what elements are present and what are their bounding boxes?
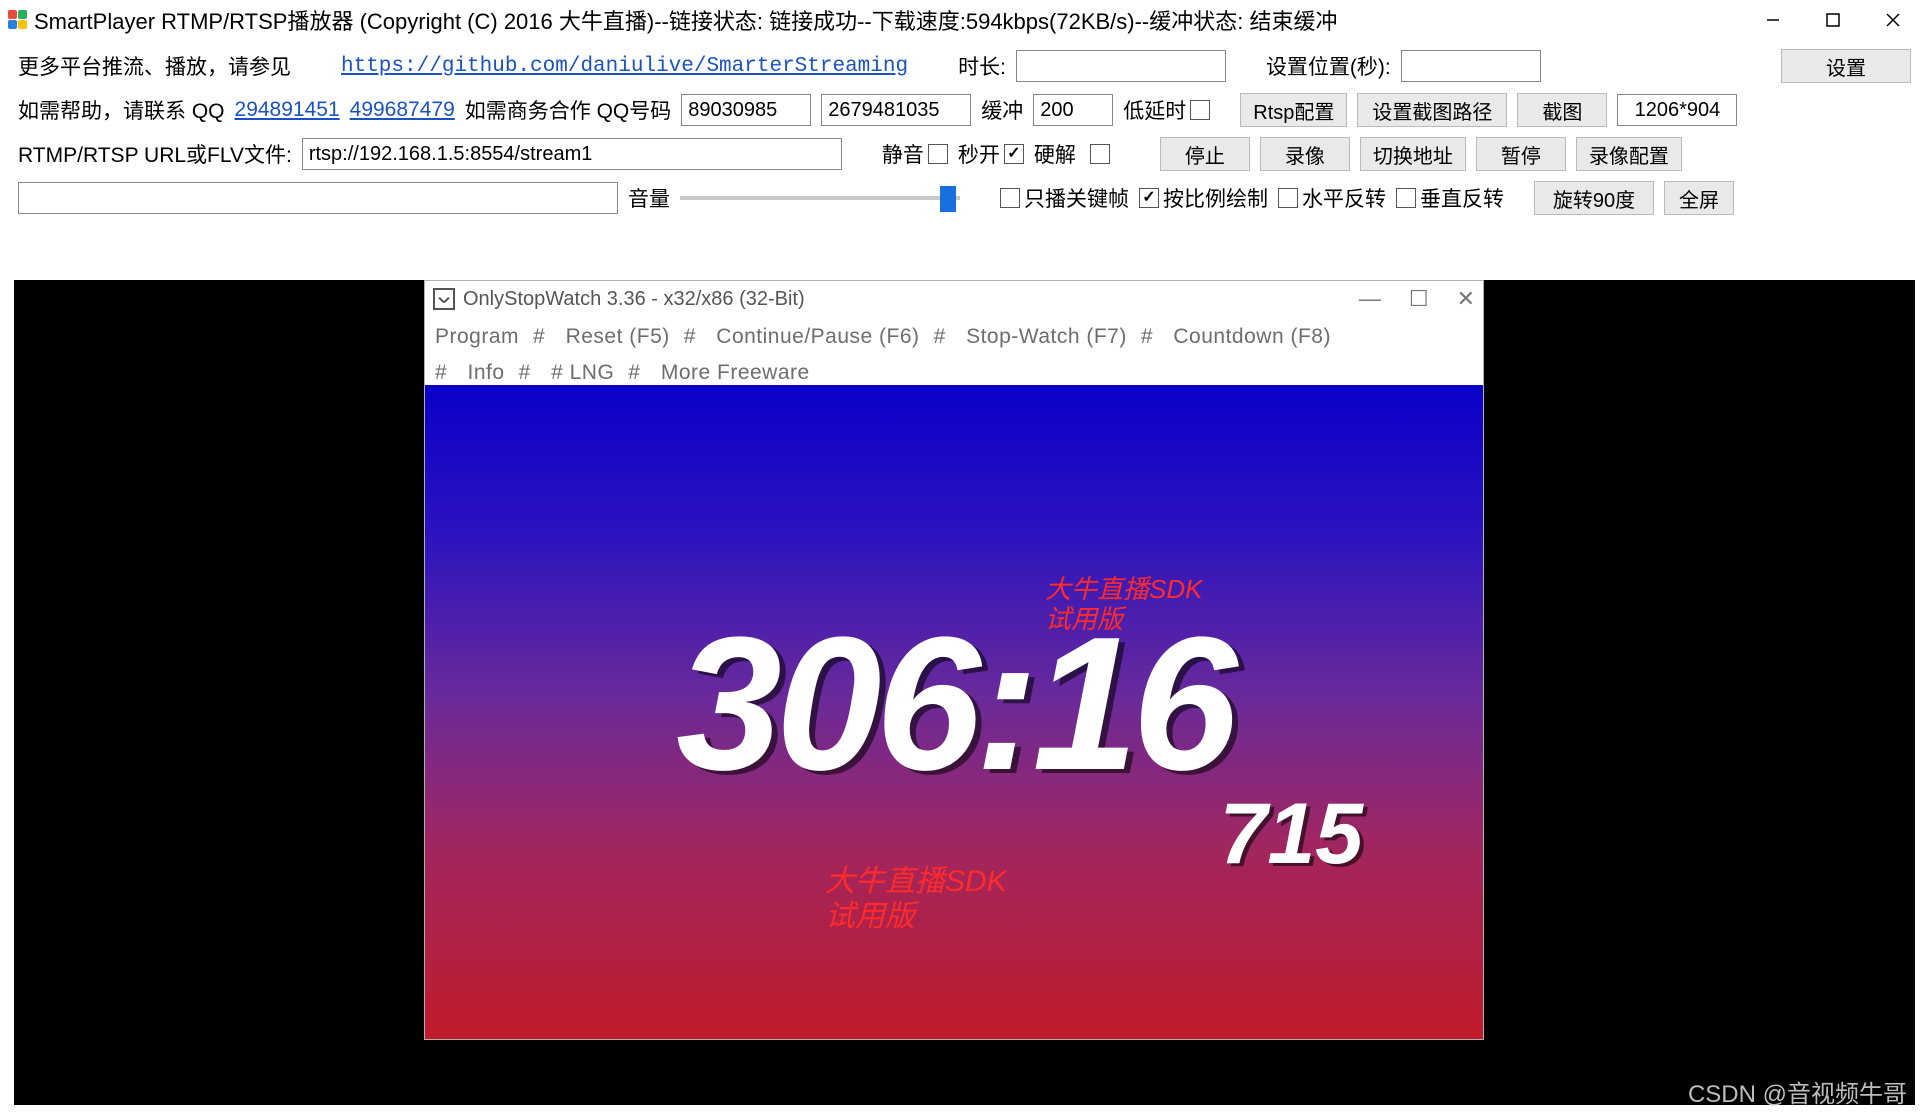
app-icon [8,10,28,30]
volume-label: 音量 [628,183,670,213]
qq-link-1[interactable]: 294891451 [235,98,340,122]
volume-slider[interactable] [680,186,960,210]
set-position-label: 设置位置(秒): [1266,51,1391,81]
pause-button[interactable]: 暂停 [1476,137,1566,171]
fullscreen-button[interactable]: 全屏 [1664,181,1734,215]
stopwatch-canvas: 大牛直播SDK试用版 306:16 715 大牛直播SDK试用版 [425,385,1483,1039]
stopwatch-titlebar: OnlyStopWatch 3.36 - x32/x86 (32-Bit) — … [425,281,1483,317]
hw-decode-checkbox[interactable]: 硬解 [1034,139,1110,169]
menu-more[interactable]: More Freeware [661,361,810,384]
menu-reset[interactable]: Reset (F5) [566,325,670,348]
low-latency-checkbox[interactable]: 低延时 [1123,95,1210,125]
set-position-input[interactable] [1401,50,1541,82]
row-links: 更多平台推流、播放，请参见 https://github.com/daniuli… [18,46,1911,86]
switch-address-button[interactable]: 切换地址 [1360,137,1466,171]
hflip-label: 水平反转 [1302,183,1386,213]
fast-open-label: 秒开 [958,139,1000,169]
biz-label: 如需商务合作 QQ号码 [465,95,672,125]
stopwatch-sub-time: 715 [1220,785,1364,884]
help-label: 如需帮助，请联系 QQ [18,95,225,125]
duration-label: 时长: [958,51,1006,81]
screenshot-button[interactable]: 截图 [1517,93,1607,127]
menu-countdown[interactable]: Countdown (F8) [1173,325,1331,348]
stopwatch-title: OnlyStopWatch 3.36 - x32/x86 (32-Bit) [463,288,805,311]
url-label: RTMP/RTSP URL或FLV文件: [18,139,292,169]
row-contact: 如需帮助，请联系 QQ 294891451 499687479 如需商务合作 Q… [18,90,1911,130]
vflip-checkbox[interactable]: 垂直反转 [1396,183,1504,213]
video-area: OnlyStopWatch 3.36 - x32/x86 (32-Bit) — … [14,280,1915,1105]
hflip-checkbox[interactable]: 水平反转 [1278,183,1386,213]
rotate-button[interactable]: 旋转90度 [1534,181,1654,215]
mute-checkbox[interactable]: 静音 [882,139,948,169]
menu-program[interactable]: Program [435,325,519,348]
more-platforms-label: 更多平台推流、播放，请参见 [18,51,291,81]
status-box [18,182,618,214]
window-controls [1743,2,1923,38]
screenshot-path-button[interactable]: 设置截图路径 [1357,93,1507,127]
stopwatch-app-icon [433,288,455,310]
row-url: RTMP/RTSP URL或FLV文件: 静音 秒开 硬解 停止 录像 切换地址… [18,134,1911,174]
keyframe-only-label: 只播关键帧 [1024,183,1129,213]
maximize-button[interactable] [1803,2,1863,38]
menu-stopwatch[interactable]: Stop-Watch (F7) [966,325,1127,348]
stopwatch-close-icon[interactable]: ✕ [1457,286,1475,312]
low-latency-label: 低延时 [1123,95,1186,125]
github-link[interactable]: https://github.com/daniulive/SmarterStre… [341,55,908,78]
duration-input[interactable] [1016,50,1226,82]
scale-draw-label: 按比例绘制 [1163,183,1268,213]
record-config-button[interactable]: 录像配置 [1576,137,1682,171]
window-titlebar: SmartPlayer RTMP/RTSP播放器 (Copyright (C) … [0,0,1929,40]
window-title: SmartPlayer RTMP/RTSP播放器 (Copyright (C) … [34,4,1337,36]
qq-link-2[interactable]: 499687479 [350,98,455,122]
keyframe-only-checkbox[interactable]: 只播关键帧 [1000,183,1129,213]
stopwatch-main-time: 306:16 [676,595,1232,813]
stop-button[interactable]: 停止 [1160,137,1250,171]
menu-info[interactable]: Info [468,361,505,384]
stopwatch-maximize-icon[interactable]: ☐ [1409,286,1429,312]
stopwatch-minimize-icon[interactable]: — [1359,286,1381,312]
menu-continue[interactable]: Continue/Pause (F6) [716,325,919,348]
scale-draw-checkbox[interactable]: 按比例绘制 [1139,183,1268,213]
vflip-label: 垂直反转 [1420,183,1504,213]
buffer-label: 缓冲 [981,95,1023,125]
fast-open-checkbox[interactable]: 秒开 [958,139,1024,169]
url-input[interactable] [302,138,842,170]
buffer-input[interactable] [1033,94,1113,126]
minimize-button[interactable] [1743,2,1803,38]
biz-qq-2[interactable] [821,94,971,126]
hw-decode-label: 硬解 [1034,139,1076,169]
toolbar: 更多平台推流、播放，请参见 https://github.com/daniuli… [0,40,1929,228]
mute-label: 静音 [882,139,924,169]
record-button[interactable]: 录像 [1260,137,1350,171]
csdn-watermark: CSDN @音视频牛哥 [1688,1074,1907,1109]
row-volume: 音量 只播关键帧 按比例绘制 水平反转 垂直反转 旋转90度 全屏 [18,178,1911,218]
settings-button[interactable]: 设置 [1781,49,1911,83]
resolution-display[interactable] [1617,94,1737,126]
watermark-bottom: 大牛直播SDK试用版 [825,865,1007,934]
stopwatch-window: OnlyStopWatch 3.36 - x32/x86 (32-Bit) — … [424,280,1484,1040]
rtsp-config-button[interactable]: Rtsp配置 [1240,93,1347,127]
close-button[interactable] [1863,2,1923,38]
biz-qq-1[interactable] [681,94,811,126]
menu-lng[interactable]: # LNG [551,361,614,384]
